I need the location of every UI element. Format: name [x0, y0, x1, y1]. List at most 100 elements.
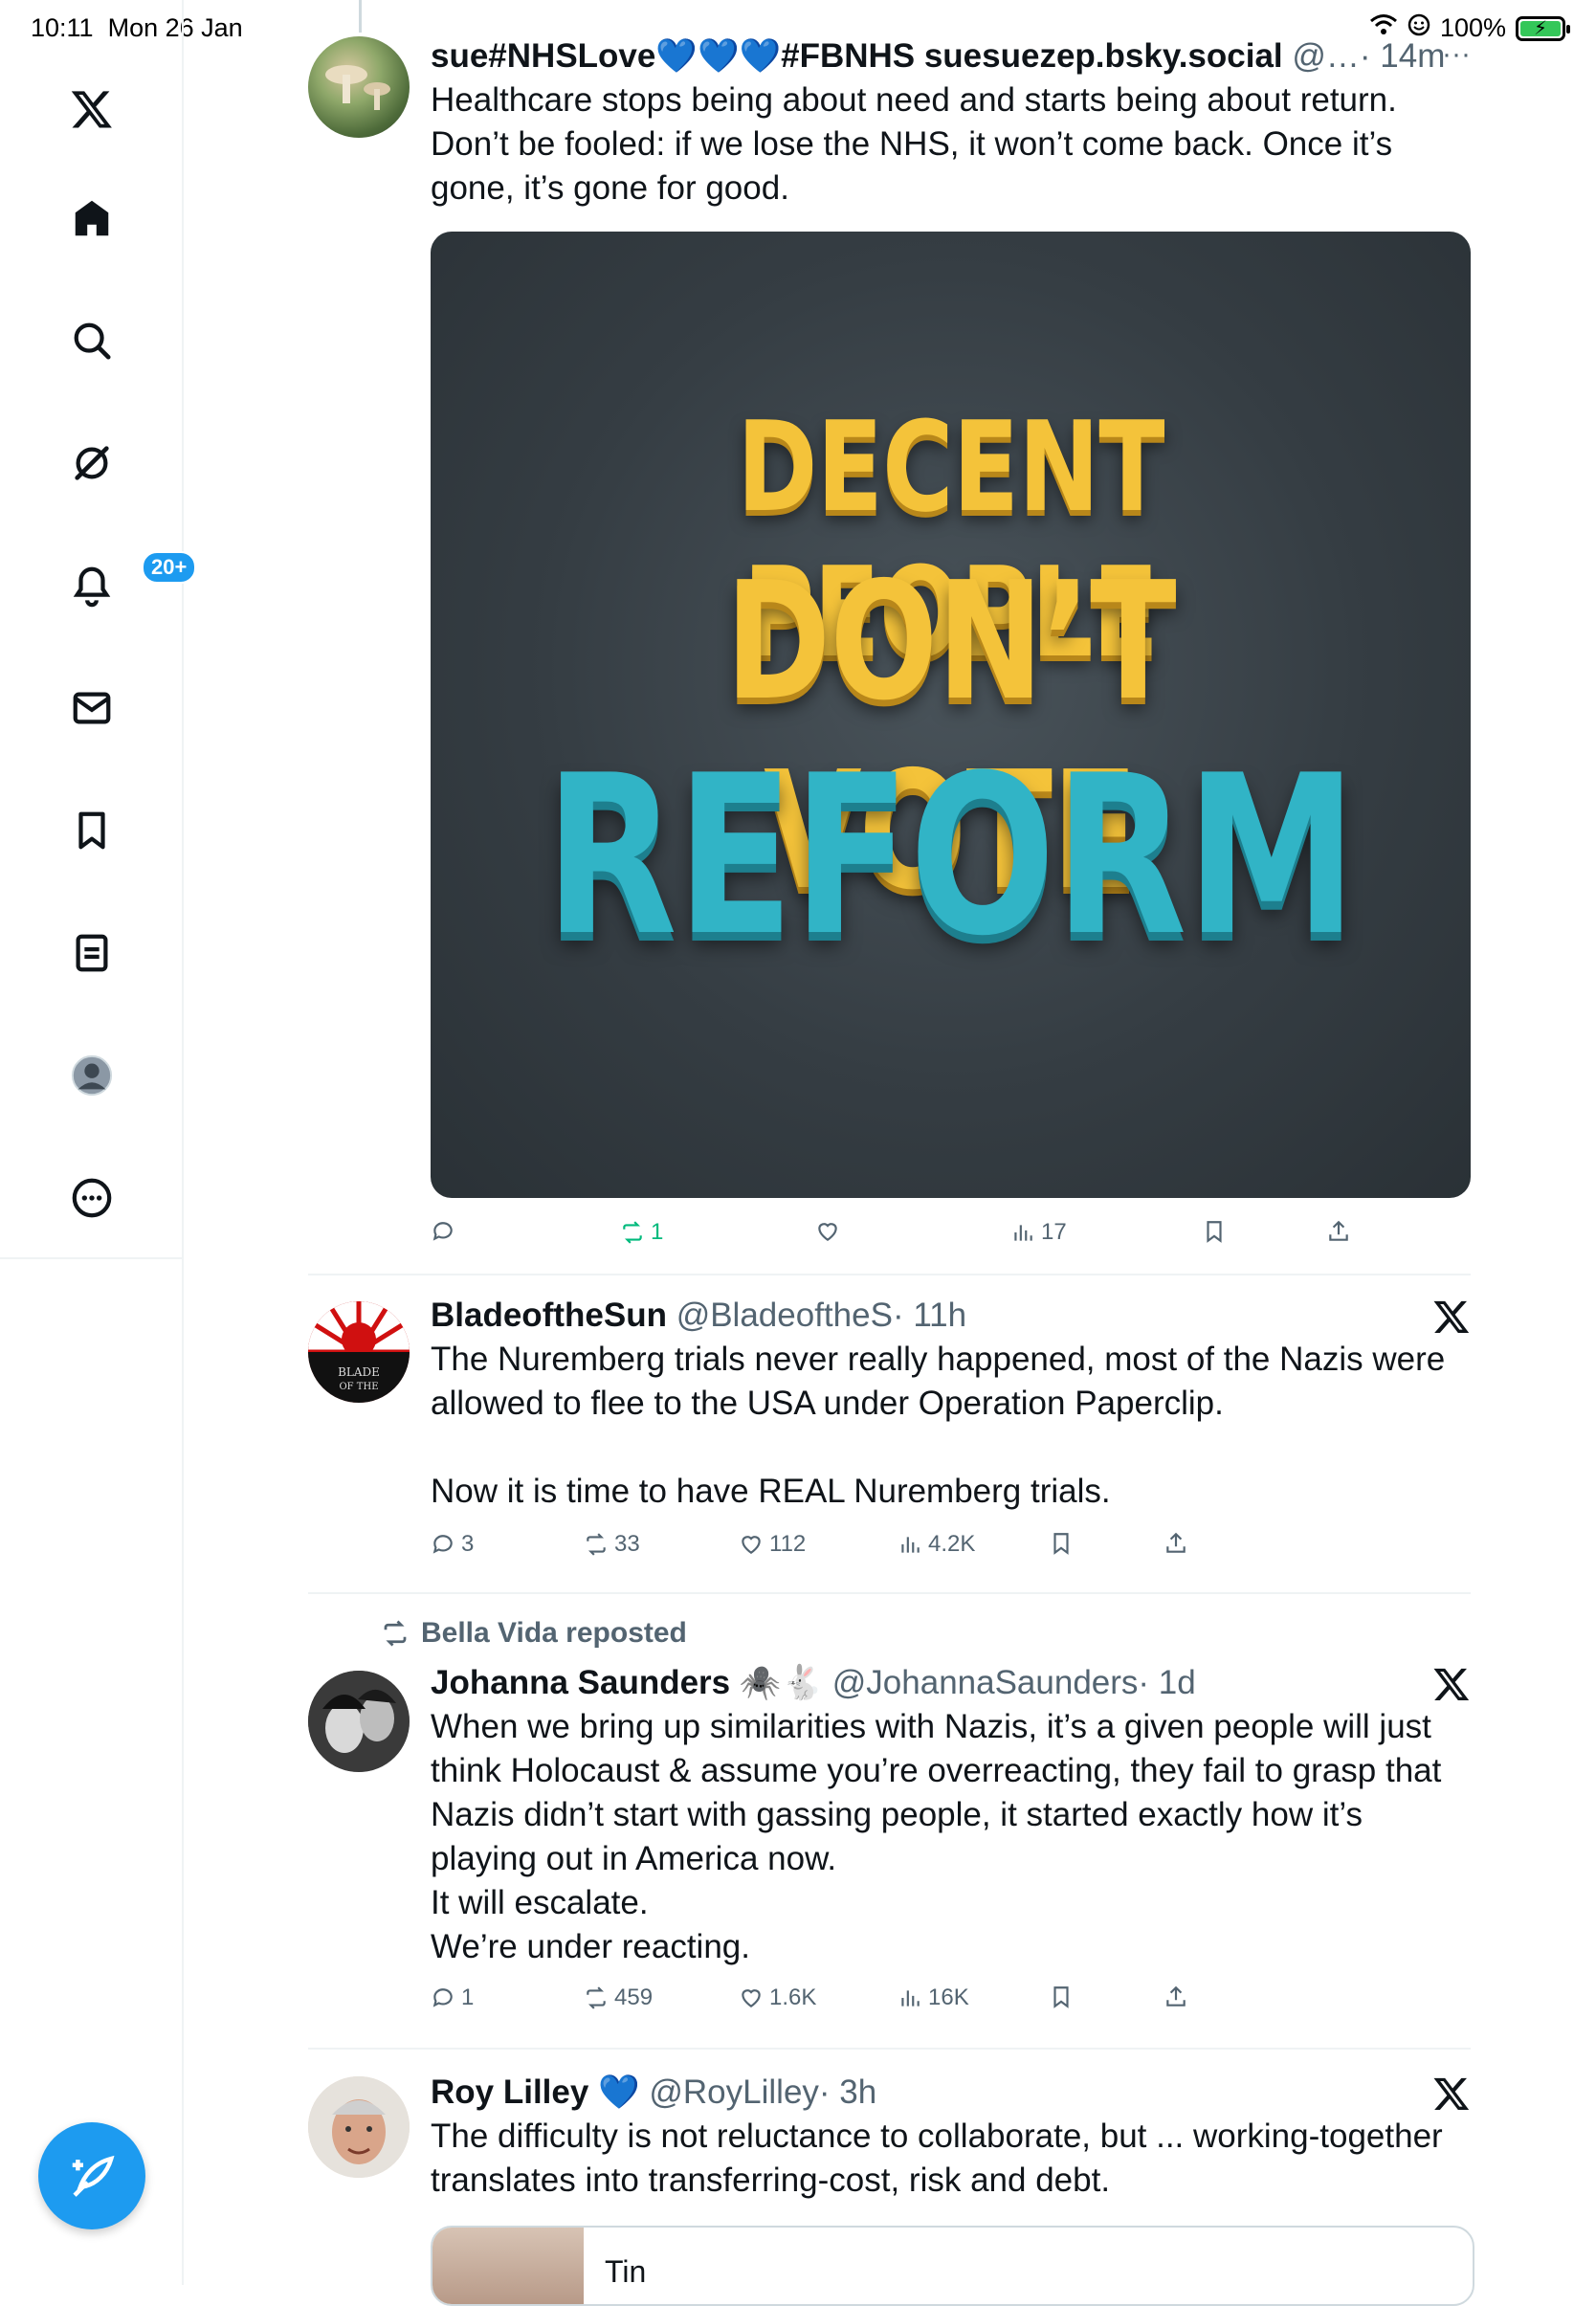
author-name[interactable]: Johanna Saunders 🕷️🐇 [431, 1664, 823, 1701]
share-button[interactable] [1326, 1219, 1351, 1244]
x-source-icon[interactable] [1432, 2074, 1471, 2113]
author-handle[interactable]: @BladeoftheS [676, 1297, 893, 1334]
reply-icon [432, 1988, 453, 2007]
share-button[interactable] [1164, 1984, 1188, 2009]
post-media-image[interactable]: DECENT PEOPLE DON’T VOTE REFORM [431, 232, 1471, 1198]
separator [308, 1592, 1471, 1594]
bookmarks-icon[interactable] [61, 800, 122, 861]
post-actions: 3 33 112 4.2K [431, 1531, 1471, 1569]
post-4[interactable]: Roy Lilley 💙 @RoyLilley· 3h The difficul… [308, 2071, 1474, 2306]
author-name[interactable]: sue#NHSLove💙💙💙#FBNHS suesuezep.bsky.soci… [431, 37, 1283, 75]
grok-icon[interactable] [61, 432, 122, 494]
reply-icon [432, 1222, 453, 1241]
repost-count: 33 [614, 1531, 640, 1557]
post-time: · 11h [892, 1297, 967, 1334]
author-handle[interactable]: @… [1292, 37, 1360, 75]
repost-button[interactable]: 1 [620, 1219, 663, 1246]
link-card[interactable]: Tin [431, 2226, 1474, 2306]
author-handle[interactable]: @RoyLilley [649, 2073, 819, 2111]
post-header: sue#NHSLove💙💙💙#FBNHS suesuezep.bsky.soci… [431, 34, 1471, 78]
reply-button[interactable] [431, 1219, 461, 1244]
share-icon [1166, 1532, 1186, 1553]
post-3[interactable]: Bella Vida reposted Johanna Saunders 🕷️🐇… [308, 1617, 1471, 2019]
like-count: 1.6K [769, 1984, 817, 2010]
profile-avatar-icon[interactable] [61, 1045, 122, 1106]
avatar[interactable] [308, 36, 410, 138]
views-button[interactable]: 4.2K [898, 1531, 975, 1558]
bookmark-icon [1207, 1221, 1222, 1243]
share-button[interactable] [1164, 1531, 1188, 1556]
reply-count: 1 [461, 1984, 475, 2010]
like-button[interactable] [815, 1219, 846, 1244]
views-count: 16K [928, 1984, 969, 2010]
repost-context-icon [384, 1620, 407, 1647]
avatar[interactable]: BLADE OF THE [308, 1301, 410, 1403]
post-1[interactable]: sue#NHSLove💙💙💙#FBNHS suesuezep.bsky.soci… [308, 34, 1471, 1245]
post-text: When we bring up similarities with Nazis… [431, 1708, 1442, 1965]
author-name[interactable]: BladeoftheSun [431, 1297, 667, 1334]
repost-icon [623, 1221, 642, 1244]
repost-button[interactable]: 33 [584, 1531, 640, 1558]
separator [308, 2048, 1471, 2050]
like-button[interactable]: 1.6K [739, 1984, 816, 2011]
bookmark-icon [1053, 1533, 1069, 1555]
like-icon [742, 1989, 761, 2007]
reply-count: 3 [461, 1531, 475, 1557]
bookmark-button[interactable] [1202, 1219, 1227, 1244]
views-count: 4.2K [928, 1531, 976, 1557]
bookmark-button[interactable] [1049, 1984, 1074, 2009]
svg-text:OF THE: OF THE [339, 1382, 378, 1392]
reply-button[interactable]: 3 [431, 1531, 474, 1558]
like-icon [742, 1536, 761, 1554]
like-button[interactable]: 112 [739, 1531, 806, 1558]
avatar[interactable] [308, 1671, 410, 1772]
post-time: · 3h [818, 2073, 877, 2111]
repost-icon [587, 1533, 606, 1556]
like-icon [818, 1223, 837, 1241]
home-icon[interactable] [61, 188, 122, 249]
messages-icon[interactable] [61, 677, 122, 739]
notifications-icon[interactable]: 20+ [61, 551, 197, 616]
bookmark-icon [1053, 1986, 1069, 2008]
like-count: 112 [769, 1531, 807, 1557]
views-icon [901, 1990, 920, 2007]
repost-context-label[interactable]: Bella Vida reposted [421, 1617, 687, 1650]
repost-count: 459 [614, 1984, 654, 2010]
post-time: · 1d [1138, 1664, 1196, 1701]
post-text: The Nuremberg trials never really happen… [431, 1341, 1446, 1510]
battery-icon: ⚡ [1516, 15, 1570, 41]
avatar[interactable] [308, 2076, 410, 2178]
repost-button[interactable]: 459 [584, 1984, 653, 2011]
x-source-icon[interactable] [1432, 1297, 1471, 1336]
author-handle[interactable]: @JohannaSaunders [832, 1664, 1139, 1701]
share-icon [1329, 1220, 1348, 1241]
views-count: 17 [1041, 1219, 1067, 1245]
x-source-icon[interactable] [1432, 1665, 1471, 1703]
compose-feather-icon [72, 2155, 115, 2197]
post-text: Healthcare stops being about need and st… [431, 81, 1397, 207]
x-logo-icon[interactable] [61, 78, 122, 140]
post-time: · 14m [1359, 37, 1446, 75]
media-text-line-3: REFORM [544, 729, 1358, 985]
repost-count: 1 [651, 1219, 664, 1245]
post-more-icon[interactable]: ··· [1442, 38, 1471, 71]
post-text: The difficulty is not reluctance to coll… [431, 2118, 1443, 2199]
search-icon[interactable] [61, 310, 122, 371]
sidebar: 20+ [0, 0, 197, 2285]
post-header: Johanna Saunders 🕷️🐇 @JohannaSaunders· 1… [431, 1661, 1471, 1705]
views-button[interactable]: 17 [1010, 1219, 1067, 1246]
lists-icon[interactable] [61, 922, 122, 984]
notification-badge: 20+ [142, 551, 197, 584]
views-icon [901, 1537, 920, 1553]
post-header: BladeoftheSun @BladeoftheS· 11h [431, 1294, 1471, 1338]
post-2[interactable]: BLADE OF THE BladeoftheSun @BladeoftheS· … [308, 1294, 1471, 1581]
bookmark-button[interactable] [1049, 1531, 1074, 1556]
compose-button[interactable] [38, 2122, 145, 2229]
sidebar-divider [0, 1257, 184, 1259]
reply-button[interactable]: 1 [431, 1984, 474, 2011]
reply-icon [432, 1535, 453, 1554]
more-icon[interactable] [61, 1167, 122, 1229]
views-button[interactable]: 16K [898, 1984, 969, 2011]
author-name[interactable]: Roy Lilley 💙 [431, 2073, 640, 2111]
link-card-title: Tin [605, 2254, 647, 2289]
